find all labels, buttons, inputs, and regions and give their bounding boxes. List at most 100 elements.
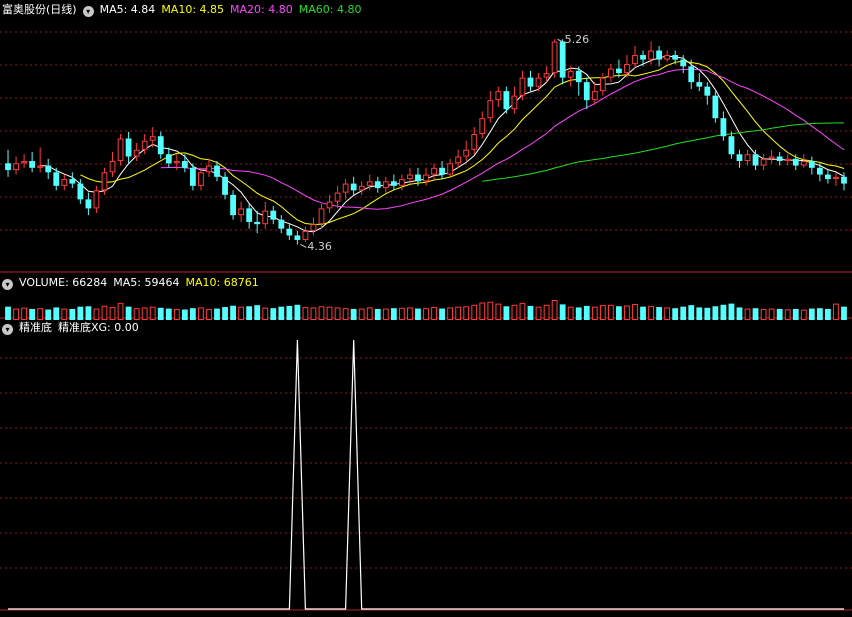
volume-bar	[744, 308, 751, 321]
candle-body	[575, 70, 582, 83]
volume-bar	[760, 308, 767, 321]
volume-bar	[13, 308, 19, 321]
volume-bar	[591, 306, 598, 320]
volume-bar	[398, 307, 405, 320]
candle-body	[366, 181, 373, 186]
candle	[423, 167, 429, 186]
candle-body	[712, 95, 719, 119]
volume-bar	[415, 308, 421, 320]
volume-bar	[656, 307, 662, 320]
candle-body	[230, 194, 236, 216]
candle-body	[616, 68, 622, 74]
candle-body	[696, 82, 703, 87]
dropdown-icon[interactable]: ▾	[2, 279, 13, 290]
volume-bar	[318, 306, 325, 320]
candle	[246, 203, 253, 229]
candle-body	[471, 133, 478, 150]
volume-bar	[616, 306, 622, 320]
indicator-label: 精准底	[58, 321, 91, 334]
candle-body	[133, 149, 140, 157]
volume-bar	[511, 304, 518, 320]
volume-bar	[495, 303, 502, 321]
candle	[318, 203, 325, 229]
candle	[93, 185, 100, 213]
volume-bar	[190, 308, 196, 320]
candle-body	[455, 156, 462, 164]
candle-body	[680, 59, 687, 67]
candle-body	[688, 66, 695, 83]
candle	[358, 181, 365, 195]
candle	[792, 154, 799, 171]
candle-body	[350, 183, 357, 191]
volume-header: ▾ VOLUME: 66284 MA5: 59464 MA10: 68761	[2, 275, 265, 291]
candle-body	[551, 41, 558, 74]
candle-body	[760, 158, 767, 166]
candle-body	[439, 167, 445, 175]
candle-body	[407, 174, 413, 180]
volume-bar	[358, 308, 365, 321]
volume-bar	[21, 307, 27, 321]
volume-bar	[342, 308, 349, 321]
candle	[583, 77, 590, 110]
volume-bar	[728, 303, 735, 320]
volume-bar	[680, 306, 687, 320]
candle-body	[53, 172, 60, 186]
low-price-label: 4.36	[307, 240, 332, 254]
candle	[206, 158, 212, 177]
candle-body	[728, 136, 735, 155]
volume-bar	[704, 307, 711, 320]
candle	[181, 154, 188, 173]
volume-bar	[45, 309, 52, 320]
candle-body	[648, 50, 654, 60]
price-markers	[300, 38, 564, 248]
candle	[511, 86, 518, 114]
candle	[294, 230, 301, 245]
candle-body	[117, 138, 124, 162]
candle	[648, 41, 654, 65]
candle-body	[825, 174, 831, 180]
stock-chart[interactable]	[0, 0, 852, 617]
candle-body	[45, 165, 52, 173]
candle	[342, 179, 349, 200]
dropdown-icon[interactable]: ▾	[2, 324, 13, 335]
candle-body	[398, 179, 405, 186]
volume-bar	[567, 306, 574, 320]
candle-body	[816, 167, 823, 175]
ma60-line	[482, 122, 844, 182]
candle	[310, 217, 317, 236]
candle-body	[37, 165, 44, 168]
candle-body	[672, 55, 679, 60]
candle-body	[583, 82, 590, 101]
volume-bar	[752, 308, 759, 320]
candlesticks	[5, 39, 847, 245]
volume-bar	[463, 306, 470, 320]
candle	[37, 147, 44, 173]
volume-bar	[230, 305, 236, 320]
candle-body	[326, 201, 333, 209]
candle-body	[238, 208, 245, 216]
volume-bar	[109, 307, 116, 320]
candle-body	[768, 156, 775, 159]
volume-bar	[149, 306, 156, 320]
ma5-value: MA5: 4.84	[99, 3, 156, 16]
volume-bar	[720, 304, 727, 320]
volume-bar	[101, 305, 108, 321]
dropdown-icon[interactable]: ▾	[82, 6, 94, 17]
candle-body	[109, 161, 116, 173]
candle-body	[495, 91, 502, 101]
candle	[503, 86, 510, 114]
volume-bar	[85, 306, 92, 320]
candle	[198, 167, 204, 191]
candle-body	[198, 172, 204, 186]
candle	[567, 66, 574, 87]
volume-bar	[133, 308, 140, 321]
candle	[487, 91, 494, 123]
volume-bar	[407, 307, 413, 320]
volume-bar	[784, 309, 791, 321]
candle-body	[591, 91, 598, 101]
candle-body	[214, 165, 220, 177]
candle-body	[69, 179, 76, 184]
candle	[607, 64, 614, 83]
candle	[133, 143, 140, 162]
candle-body	[664, 55, 671, 60]
